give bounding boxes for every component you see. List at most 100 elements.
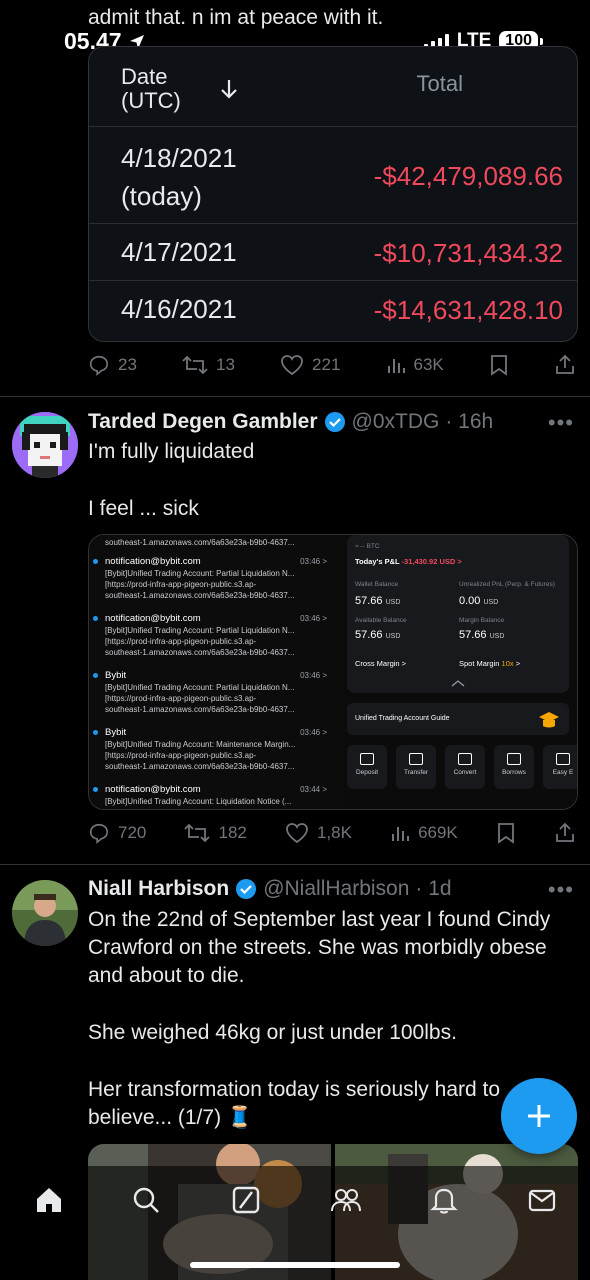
graduation-cap-icon — [539, 712, 559, 728]
tweet-actions: 23 13 221 63K — [88, 354, 576, 376]
retweet-button[interactable]: 13 — [182, 354, 235, 376]
cross-margin-link: Cross Margin > — [355, 659, 407, 668]
unread-dot-icon — [93, 673, 98, 678]
tweet-text-paragraph: She weighed 46kg or just under 100lbs. — [88, 1021, 457, 1044]
retweet-count: 13 — [216, 355, 235, 374]
views-button[interactable]: 63K — [386, 355, 444, 375]
date-column-header: Date (UTC) — [121, 64, 181, 113]
email-subject: [Bybit]Unified Trading Account: Partial … — [105, 569, 295, 578]
author-handle[interactable]: @0xTDG — [352, 410, 440, 434]
previous-tweet-trailing-text: admit that. n im at peace with it. — [88, 6, 384, 29]
notifications-bell-icon[interactable] — [428, 1184, 460, 1216]
unrealized-label: Unrealized PnL (Perp. & Futures) — [459, 581, 555, 588]
sort-down-icon — [221, 80, 237, 99]
pnl-label: Today's P&L — [355, 557, 400, 566]
pixel-avatar-icon — [12, 412, 78, 478]
deposit-icon — [360, 753, 374, 765]
email-time: 03:46 > — [300, 557, 327, 566]
wallet-label: Wallet Balance — [355, 581, 399, 588]
pnl-table-image[interactable]: Date (UTC) Total 4/18/2021 (today) -$42,… — [88, 46, 578, 342]
btc-label: ≈ -- BTC — [355, 543, 380, 550]
verified-badge-icon — [324, 412, 345, 432]
like-button[interactable]: 221 — [280, 354, 340, 376]
email-url: southeast-1.amazonaws.com/6a63e23a-b9b0-… — [105, 648, 295, 657]
home-icon[interactable] — [33, 1184, 65, 1216]
bookmark-button[interactable] — [489, 354, 509, 376]
views-button[interactable]: 669K — [390, 823, 458, 843]
email-subject: [Bybit]Unified Trading Account: Liquidat… — [105, 797, 292, 806]
like-button[interactable]: 1,8K — [285, 822, 352, 844]
retweet-count: 182 — [218, 823, 247, 842]
views-count: 63K — [413, 355, 444, 374]
views-count: 669K — [418, 823, 458, 842]
tweet-media-image[interactable]: southeast-1.amazonaws.com/6a63e23a-b9b0-… — [88, 534, 578, 810]
share-icon — [556, 822, 574, 842]
row-total: -$14,631,428.10 — [373, 295, 563, 325]
share-button[interactable] — [554, 822, 576, 844]
email-from: Bybit — [105, 727, 127, 738]
email-url: [https://prod-infra-app-pigeon-public.s3… — [105, 694, 257, 703]
email-url: southeast-1.amazonaws.com/6a63e23a-b9b0-… — [105, 762, 295, 771]
like-count: 221 — [312, 355, 341, 374]
heart-icon — [286, 823, 308, 844]
views-icon — [387, 359, 405, 373]
tweet-divider — [0, 864, 590, 865]
reply-button[interactable]: 720 — [88, 822, 146, 844]
row-date: 4/17/2021 — [121, 237, 237, 267]
author-name[interactable]: Tarded Degen Gambler — [88, 410, 318, 434]
tweet-author-line: Niall Harbison @NiallHarbison · 1d — [88, 877, 452, 901]
account-panel: ≈ -- BTC Today's P&L -31,430.92 USD > Wa… — [347, 535, 569, 693]
easy-earn-icon — [556, 753, 570, 765]
row-total: -$10,731,434.32 — [373, 238, 563, 268]
available-value: 57.66 USD — [355, 629, 401, 641]
email-from: notification@bybit.com — [105, 784, 201, 795]
retweet-button[interactable]: 182 — [184, 822, 247, 844]
email-from: notification@bybit.com — [105, 613, 201, 624]
avatar[interactable] — [12, 880, 78, 946]
spot-margin-link: Spot Margin 10x > — [459, 659, 521, 668]
unread-dot-icon — [93, 559, 98, 564]
email-subject: [Bybit]Unified Trading Account: Maintena… — [105, 740, 296, 749]
borrows-button: Borrows — [494, 745, 534, 789]
author-handle[interactable]: @NiallHarbison — [263, 877, 409, 901]
bookmark-button[interactable] — [496, 822, 516, 844]
search-icon[interactable] — [130, 1184, 162, 1216]
retweet-icon — [184, 823, 211, 843]
person-photo-icon — [12, 880, 78, 946]
table-row: 4/17/2021 -$10,731,434.32 — [89, 224, 577, 281]
avatar[interactable] — [12, 412, 78, 478]
reply-icon — [89, 355, 109, 376]
tweet-time: · 16h — [445, 410, 494, 433]
author-name[interactable]: Niall Harbison — [88, 877, 229, 901]
share-button[interactable] — [554, 354, 576, 376]
reply-button[interactable]: 23 — [88, 354, 137, 376]
bookmark-icon — [490, 355, 507, 376]
more-options-icon[interactable]: ••• — [548, 410, 574, 436]
tweet-time: · 1d — [415, 877, 452, 900]
messages-envelope-icon[interactable] — [526, 1184, 558, 1216]
transfer-button: Transfer — [396, 745, 436, 789]
communities-icon[interactable] — [330, 1184, 362, 1216]
compose-post-button[interactable] — [501, 1078, 577, 1154]
email-url: southeast-1.amazonaws.com/6a63e23a-b9b0-… — [105, 538, 295, 547]
tweet-author-line: Tarded Degen Gambler @0xTDG · 16h — [88, 410, 493, 434]
verified-badge-icon — [236, 879, 257, 899]
grok-icon[interactable] — [230, 1184, 262, 1216]
email-url: [https://prod-infra-app-pigeon-public.s3… — [105, 580, 257, 589]
email-url: [https://prod-infra-app-pigeon-public.s3… — [105, 637, 257, 646]
tweet-text-line: I'm fully liquidated — [88, 440, 255, 463]
row-total: -$42,479,089.66 — [373, 161, 563, 191]
more-options-icon[interactable]: ••• — [548, 877, 574, 903]
table-row: 4/16/2021 -$14,631,428.10 — [89, 281, 577, 341]
email-url: southeast-1.amazonaws.com/6a63e23a-b9b0-… — [105, 705, 295, 714]
unread-dot-icon — [93, 730, 98, 735]
email-time: 03:46 > — [300, 614, 327, 623]
reply-icon — [89, 823, 109, 844]
email-list: southeast-1.amazonaws.com/6a63e23a-b9b0-… — [89, 535, 341, 809]
uta-guide-banner: Unified Trading Account Guide — [347, 703, 569, 735]
home-indicator — [190, 1262, 400, 1268]
pnl-line: Today's P&L -31,430.92 USD > — [355, 557, 462, 566]
share-icon — [556, 354, 574, 374]
margin-label: Margin Balance — [459, 617, 505, 624]
row-date: 4/16/2021 — [121, 294, 237, 324]
